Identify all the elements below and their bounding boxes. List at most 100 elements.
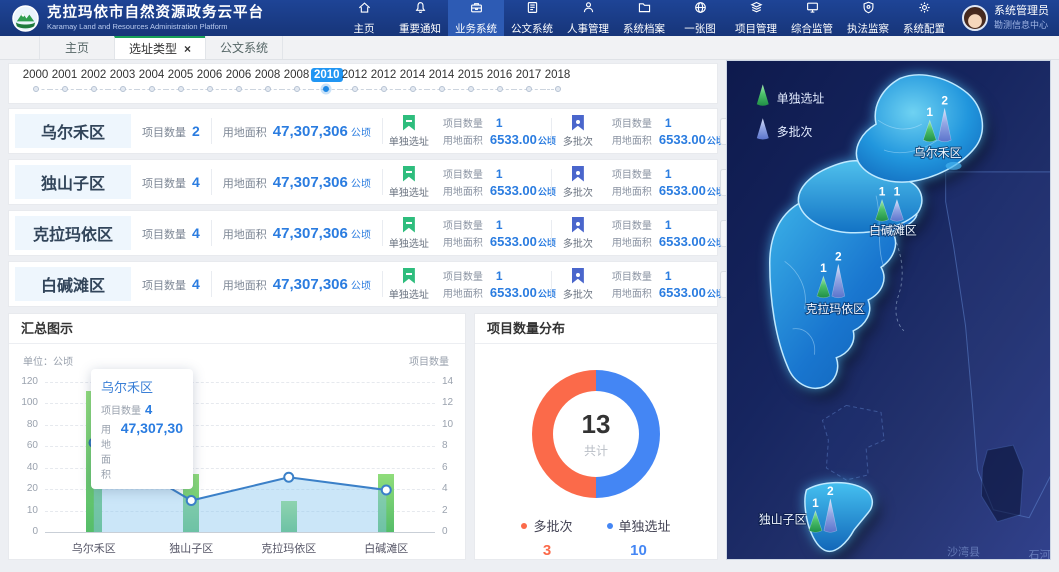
shield-icon bbox=[861, 0, 876, 20]
single-site-badge: 单独选址 bbox=[383, 268, 435, 301]
year-dot-2014[interactable] bbox=[427, 84, 456, 94]
bookmark-green-icon bbox=[403, 166, 415, 182]
summary-chart-title: 汇总图示 bbox=[9, 314, 465, 344]
map-faint-boundary bbox=[822, 405, 884, 480]
year-dot-2010[interactable] bbox=[311, 84, 340, 94]
pie-chart-title: 项目数量分布 bbox=[475, 314, 717, 344]
single-site-stats: 项目数量1用地面积6533.00公顷 bbox=[435, 217, 551, 249]
bg-label-shawan: 沙湾县 bbox=[947, 544, 980, 558]
year-2016[interactable]: 2016 bbox=[485, 69, 514, 81]
nav-item-home[interactable]: 主页 bbox=[336, 0, 392, 36]
district-project-count: 项目数量4 bbox=[131, 225, 211, 242]
year-2001[interactable]: 2001 bbox=[50, 69, 79, 81]
year-dot-2016[interactable] bbox=[485, 84, 514, 94]
year-2018[interactable]: 2018 bbox=[543, 69, 572, 81]
bookmark-green-icon bbox=[403, 268, 415, 284]
nav-item-person[interactable]: 人事管理 bbox=[560, 0, 616, 36]
multi-batch-stats: 项目数量1用地面积6533.00公顷 bbox=[604, 217, 720, 249]
year-dot-2014[interactable] bbox=[398, 84, 427, 94]
year-2015[interactable]: 2015 bbox=[456, 69, 485, 81]
multi-batch-stats: 项目数量1用地面积6533.00公顷 bbox=[604, 166, 720, 198]
nav-item-bell[interactable]: 重要通知 bbox=[392, 0, 448, 36]
year-2010[interactable]: 2010 bbox=[311, 69, 340, 81]
nav-item-globe[interactable]: 一张图 bbox=[672, 0, 728, 36]
district-land-area: 用地面积47,307,306公顷 bbox=[212, 225, 382, 242]
tab-0[interactable]: 主页 bbox=[39, 36, 115, 59]
year-dot-2000[interactable] bbox=[21, 84, 50, 94]
nav-item-gear[interactable]: 系统配置 bbox=[896, 0, 952, 36]
year-dot-2008[interactable] bbox=[282, 84, 311, 94]
svg-text:单独选址: 单独选址 bbox=[777, 91, 825, 105]
svg-text:1: 1 bbox=[812, 496, 819, 510]
folder-icon bbox=[637, 0, 652, 20]
year-2005[interactable]: 2005 bbox=[166, 69, 195, 81]
donut-chart[interactable]: 13 共计 bbox=[532, 370, 660, 498]
summary-plot: 1201410012801060840620410200 乌尔禾区 项目数量 4… bbox=[45, 382, 435, 532]
svg-text:独山子区: 独山子区 bbox=[759, 513, 807, 527]
year-dot-2012[interactable] bbox=[369, 84, 398, 94]
tooltip-area: 47,307,30 bbox=[121, 420, 183, 436]
nav-item-folder[interactable]: 系统档案 bbox=[616, 0, 672, 36]
single-site-stats: 项目数量1用地面积6533.00公顷 bbox=[435, 268, 551, 300]
bookmark-green-icon bbox=[403, 217, 415, 233]
x-label-乌尔禾区: 乌尔禾区 bbox=[45, 540, 143, 556]
tab-1[interactable]: 选址类型× bbox=[114, 36, 206, 59]
year-dot-2008[interactable] bbox=[253, 84, 282, 94]
year-dot-2003[interactable] bbox=[108, 84, 137, 94]
tab-2[interactable]: 公文系统 bbox=[205, 36, 283, 59]
year-2006[interactable]: 2006 bbox=[195, 69, 224, 81]
nav-item-briefcase[interactable]: 业务系统 bbox=[448, 0, 504, 36]
single-site-badge: 单独选址 bbox=[383, 115, 435, 148]
year-2003[interactable]: 2003 bbox=[108, 69, 137, 81]
briefcase-icon bbox=[469, 0, 484, 20]
district-list: 乌尔禾区项目数量2用地面积47,307,306公顷单独选址项目数量1用地面积65… bbox=[8, 108, 718, 312]
map-neighbor-county bbox=[946, 172, 1050, 522]
year-2002[interactable]: 2002 bbox=[79, 69, 108, 81]
gear-icon bbox=[917, 0, 932, 20]
district-row-独山子区: 独山子区项目数量4用地面积47,307,306公顷单独选址项目数量1用地面积65… bbox=[8, 159, 718, 205]
year-dot-2018[interactable] bbox=[543, 84, 572, 94]
year-2008[interactable]: 2008 bbox=[282, 69, 311, 81]
year-2014[interactable]: 2014 bbox=[427, 69, 456, 81]
nav-item-monitor[interactable]: 综合监管 bbox=[784, 0, 840, 36]
year-2008[interactable]: 2008 bbox=[253, 69, 282, 81]
monitor-icon bbox=[805, 0, 820, 20]
donut-total: 13 bbox=[582, 409, 611, 440]
pie-legend: 多批次3 单独选址10 bbox=[475, 516, 717, 559]
year-2000[interactable]: 2000 bbox=[21, 69, 50, 81]
year-dot-2002[interactable] bbox=[79, 84, 108, 94]
year-2006[interactable]: 2006 bbox=[224, 69, 253, 81]
year-dot-2004[interactable] bbox=[137, 84, 166, 94]
district-row-克拉玛依区: 克拉玛依区项目数量4用地面积47,307,306公顷单独选址项目数量1用地面积6… bbox=[8, 210, 718, 256]
legend-item-单独选址[interactable]: 单独选址10 bbox=[607, 516, 671, 559]
close-tab-icon[interactable]: × bbox=[184, 42, 191, 56]
year-dot-2017[interactable] bbox=[514, 84, 543, 94]
app-title: 克拉玛依市自然资源政务云平台 bbox=[47, 5, 264, 22]
year-2004[interactable]: 2004 bbox=[137, 69, 166, 81]
year-dot-2015[interactable] bbox=[456, 84, 485, 94]
tooltip-count: 4 bbox=[145, 402, 152, 417]
year-2017[interactable]: 2017 bbox=[514, 69, 543, 81]
year-2012[interactable]: 2012 bbox=[340, 69, 369, 81]
map-panel: 单独选址 多批次 沙湾县 石河子 12乌尔禾区11白碱滩区12克拉玛依区12独山… bbox=[726, 60, 1051, 560]
year-dot-2001[interactable] bbox=[50, 84, 79, 94]
x-label-独山子区: 独山子区 bbox=[143, 540, 241, 556]
right-axis-label: 项目数量 bbox=[409, 353, 449, 368]
year-2014[interactable]: 2014 bbox=[398, 69, 427, 81]
multi-batch-badge: 多批次 bbox=[552, 268, 604, 301]
nav-item-layers[interactable]: 项目管理 bbox=[728, 0, 784, 36]
year-dot-2006[interactable] bbox=[224, 84, 253, 94]
user-box[interactable]: 系统管理员 勘测信息中心 bbox=[962, 5, 1049, 31]
app-logo-icon bbox=[12, 5, 39, 32]
nav-item-doc[interactable]: 公文系统 bbox=[504, 0, 560, 36]
legend-item-多批次[interactable]: 多批次3 bbox=[521, 516, 572, 559]
karamay-map[interactable]: 单独选址 多批次 沙湾县 石河子 12乌尔禾区11白碱滩区12克拉玛依区12独山… bbox=[727, 61, 1050, 559]
map-district-wuerhe bbox=[856, 75, 982, 182]
year-2012[interactable]: 2012 bbox=[369, 69, 398, 81]
year-dot-2005[interactable] bbox=[166, 84, 195, 94]
year-dot-2012[interactable] bbox=[340, 84, 369, 94]
bell-icon bbox=[413, 0, 428, 20]
nav-item-shield[interactable]: 执法监察 bbox=[840, 0, 896, 36]
year-timeline: 2000200120022003200420052006200620082008… bbox=[8, 63, 718, 104]
year-dot-2006[interactable] bbox=[195, 84, 224, 94]
